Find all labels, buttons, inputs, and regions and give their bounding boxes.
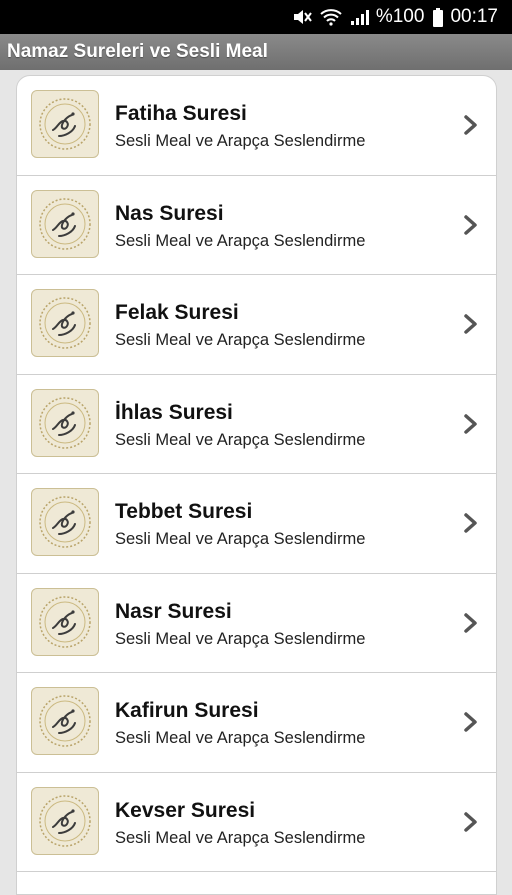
list-item[interactable]: Felak Suresi Sesli Meal ve Arapça Seslen… (17, 275, 496, 375)
list-item[interactable]: Nasr Suresi Sesli Meal ve Arapça Seslend… (17, 574, 496, 673)
chevron-right-icon (460, 413, 480, 435)
sure-title: Kevser Suresi (115, 798, 256, 822)
chevron-right-icon (460, 612, 480, 634)
chevron-right-icon (460, 711, 480, 733)
mute-icon (292, 8, 312, 26)
sure-subtitle: Sesli Meal ve Arapça Seslendirme (115, 331, 366, 349)
calligraphy-thumbnail-icon (31, 587, 99, 656)
clock: 00:17 (450, 6, 498, 27)
sure-title: Nasr Suresi (115, 599, 232, 623)
sure-title: Fatiha Suresi (115, 102, 247, 125)
calligraphy-thumbnail-icon (31, 289, 99, 357)
sure-subtitle: Sesli Meal ve Arapça Seslendirme (115, 828, 366, 847)
list-item[interactable]: İhlas Suresi Sesli Meal ve Arapça Seslen… (17, 375, 496, 474)
sure-subtitle: Sesli Meal ve Arapça Seslendirme (115, 132, 366, 150)
app-title: Namaz Sureleri ve Sesli Meal (7, 41, 268, 62)
calligraphy-thumbnail-icon (31, 786, 99, 855)
app-bar: Namaz Sureleri ve Sesli Meal (0, 34, 512, 70)
chevron-right-icon (460, 114, 480, 136)
chevron-right-icon (460, 512, 480, 534)
list-item[interactable]: Fatiha Suresi Sesli Meal ve Arapça Sesle… (17, 76, 496, 176)
list-item[interactable]: Tebbet Suresi Sesli Meal ve Arapça Sesle… (17, 474, 496, 574)
sure-title: İhlas Suresi (115, 400, 233, 424)
sure-title: Nas Suresi (115, 201, 224, 225)
sure-subtitle: Sesli Meal ve Arapça Seslendirme (115, 430, 366, 449)
chevron-right-icon (460, 811, 480, 833)
sure-subtitle: Sesli Meal ve Arapça Seslendirme (115, 231, 366, 250)
sure-subtitle: Sesli Meal ve Arapça Seslendirme (115, 629, 366, 648)
calligraphy-thumbnail-icon (31, 488, 99, 556)
calligraphy-thumbnail-icon (31, 687, 99, 755)
battery-percent: %100 (375, 6, 425, 27)
wifi-icon (320, 8, 342, 26)
calligraphy-thumbnail-icon (31, 189, 99, 258)
signal-icon (350, 8, 370, 26)
battery-icon (432, 7, 444, 27)
chevron-right-icon (460, 214, 480, 236)
list-item[interactable]: Nas Suresi Sesli Meal ve Arapça Seslendi… (17, 176, 496, 275)
sure-subtitle: Sesli Meal ve Arapça Seslendirme (115, 530, 366, 548)
calligraphy-thumbnail-icon (31, 388, 99, 457)
calligraphy-thumbnail-icon (31, 90, 99, 158)
chevron-right-icon (460, 313, 480, 335)
list-item[interactable]: Kevser Suresi Sesli Meal ve Arapça Sesle… (17, 773, 496, 872)
sure-list: Fatiha Suresi Sesli Meal ve Arapça Sesle… (16, 75, 497, 895)
sure-subtitle: Sesli Meal ve Arapça Seslendirme (115, 729, 366, 747)
sure-title: Kafirun Suresi (115, 699, 259, 722)
sure-title: Tebbet Suresi (115, 500, 253, 523)
sure-title: Felak Suresi (115, 301, 239, 324)
status-bar: %100 00:17 (0, 0, 512, 34)
list-item[interactable]: Kafirun Suresi Sesli Meal ve Arapça Sesl… (17, 673, 496, 773)
